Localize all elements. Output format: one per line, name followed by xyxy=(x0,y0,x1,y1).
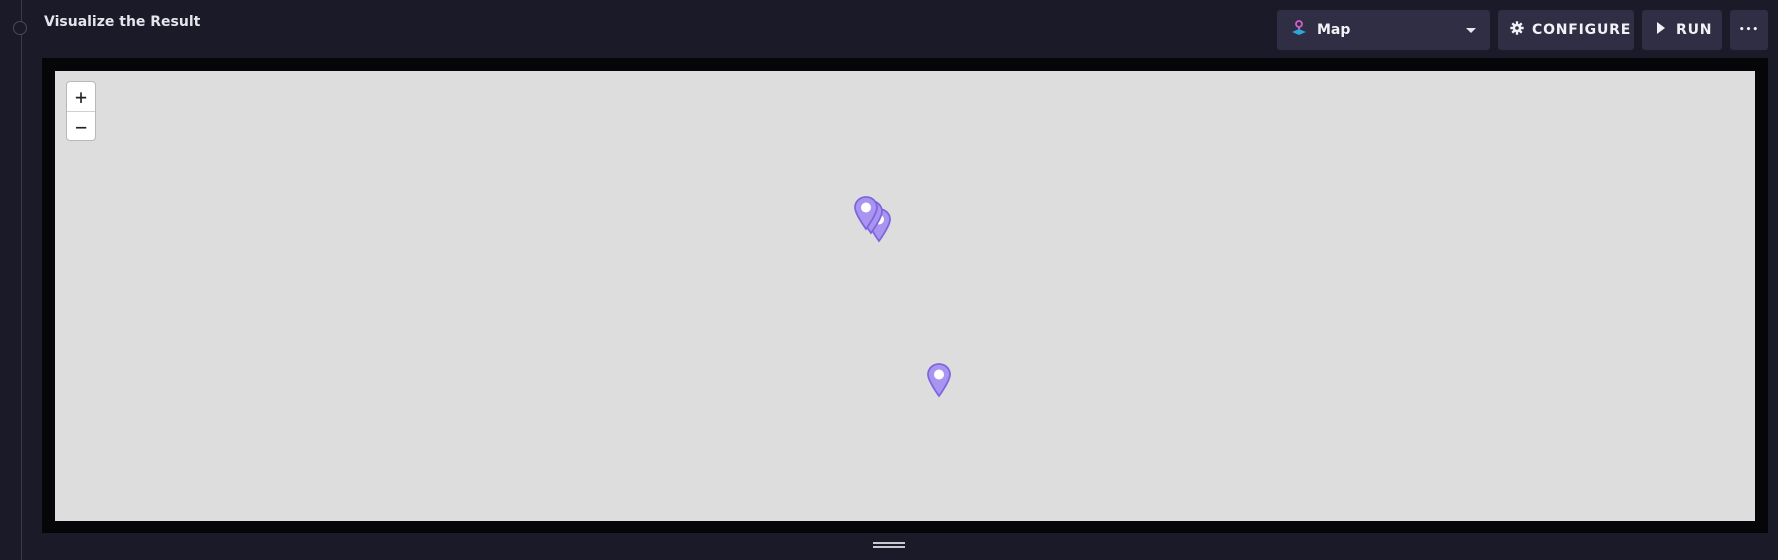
configure-button[interactable]: CONFIGURE xyxy=(1498,10,1634,50)
configure-label: CONFIGURE xyxy=(1532,22,1632,38)
visualization-type-value: Map xyxy=(1317,22,1351,38)
map-view[interactable]: + − xyxy=(55,71,1755,521)
chevron-down-icon xyxy=(1466,27,1476,33)
run-label: RUN xyxy=(1676,22,1713,38)
map-marker-icon[interactable] xyxy=(926,362,952,398)
play-icon xyxy=(1656,22,1666,38)
ellipsis-icon: ••• xyxy=(1738,25,1760,35)
zoom-out-button[interactable]: − xyxy=(67,111,95,140)
gear-icon xyxy=(1510,21,1524,39)
run-button[interactable]: RUN xyxy=(1642,10,1722,50)
map-pin-icon xyxy=(1291,20,1307,40)
zoom-in-button[interactable]: + xyxy=(67,82,95,111)
map-marker-icon[interactable] xyxy=(853,195,879,231)
toolbar: Map CONFIGURE RUN ••• xyxy=(1277,10,1768,50)
timeline-step-dot xyxy=(13,21,27,35)
panel-resize-handle[interactable] xyxy=(873,542,905,550)
timeline-line xyxy=(21,0,22,560)
more-options-button[interactable]: ••• xyxy=(1730,10,1768,50)
panel-title: Visualize the Result xyxy=(44,14,201,30)
visualization-type-select[interactable]: Map xyxy=(1277,10,1490,50)
zoom-control: + − xyxy=(66,81,96,141)
